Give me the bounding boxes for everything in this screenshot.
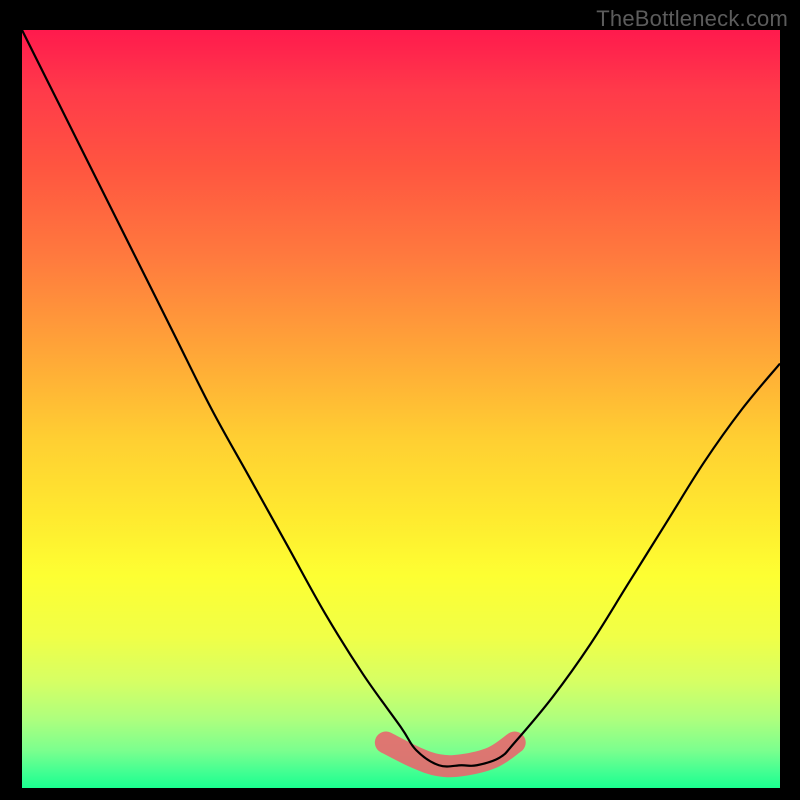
bottleneck-curve-line [22, 30, 780, 766]
chart-container: TheBottleneck.com [0, 0, 800, 800]
curve-svg [22, 30, 780, 788]
watermark-text: TheBottleneck.com [596, 6, 788, 32]
optimal-highlight-band [386, 743, 515, 767]
plot-area [22, 30, 780, 788]
